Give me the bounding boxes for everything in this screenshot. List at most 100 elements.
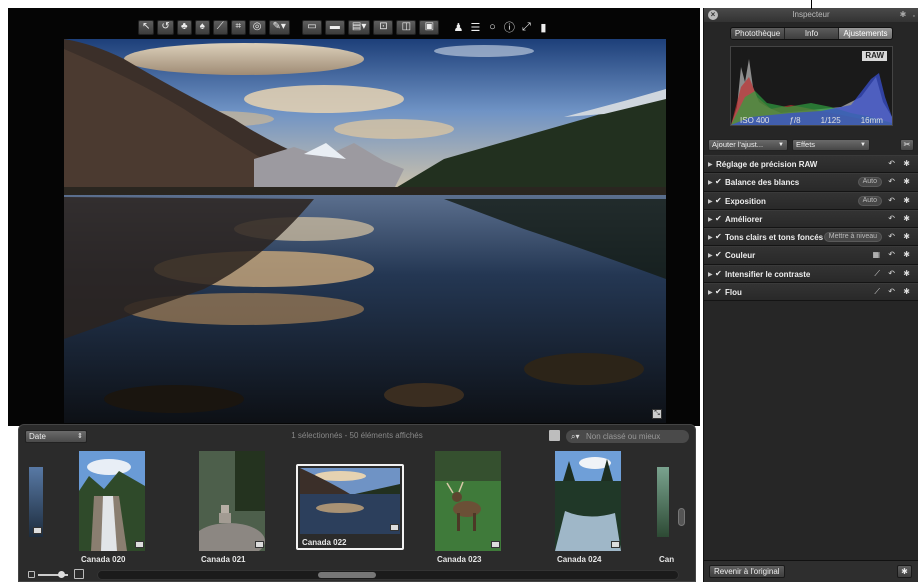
browser-mode-icon[interactable]: ▤▾ — [347, 19, 371, 35]
compare-mode-icon[interactable]: ◫ — [396, 19, 417, 35]
lift-tool-icon[interactable]: ♠ — [194, 19, 210, 35]
list-tool-icon[interactable]: ☰ — [468, 20, 482, 35]
inspector-titlebar: × Inspecteur ✱ ▫ — [704, 8, 918, 22]
brick-blur[interactable]: ▶ ✔ Flou ⟋ ↶ ✱ — [704, 283, 918, 302]
close-icon[interactable]: × — [708, 10, 718, 20]
chevron-down-icon: ▼ — [778, 142, 784, 148]
swatch-icon[interactable]: ▦ — [872, 250, 880, 259]
filter-search-field[interactable]: ⌕▾ Non classé ou mieux — [566, 430, 689, 443]
brush-icon[interactable]: ⟋ — [874, 269, 880, 279]
fullscreen-mode-icon[interactable]: ⊡ — [373, 19, 394, 35]
browser-toolbar: Date ⇕ 1 sélectionnés - 50 éléments affi… — [19, 425, 695, 447]
zoom-out-icon[interactable] — [28, 571, 35, 578]
tab-info[interactable]: Info — [785, 28, 839, 39]
exif-aperture: ƒ/8 — [789, 116, 801, 125]
gear-icon[interactable]: ✱ — [903, 232, 910, 241]
circle-tool-icon[interactable]: ○ — [485, 20, 499, 35]
tab-library[interactable]: Photothèque — [731, 28, 785, 39]
crop-tool-icon[interactable]: ⌗ — [230, 19, 246, 35]
browser-bottom-strip — [18, 568, 696, 582]
zoom-in-icon[interactable] — [74, 569, 84, 579]
brick-exposure[interactable]: ▶ ✔ Exposition Auto ↶ ✱ — [704, 191, 918, 210]
aperture-window: ↖ ↺ ♣ ♠ ⟋ ⌗ ◎ ✎▾ ▭ ▬ ▤▾ ⊡ ◫ ▣ ♟ ☰ ○ ⓘ ⤢ … — [0, 0, 923, 582]
viewer-mode-icon[interactable]: ▭ — [301, 19, 322, 35]
thumbnail-size-knob[interactable] — [58, 571, 65, 578]
stack-mode-icon[interactable]: ▣ — [419, 19, 440, 35]
effects-label: Effets — [796, 140, 816, 149]
checkbox-checked-icon[interactable]: ✔ — [715, 287, 722, 296]
effects-select[interactable]: Effets ▼ — [792, 139, 870, 151]
disclosure-triangle-icon[interactable]: ▶ — [708, 216, 713, 223]
add-adjustment-select[interactable]: Ajouter l'ajust... ▼ — [708, 139, 788, 151]
checkbox-checked-icon[interactable]: ✔ — [715, 214, 722, 223]
gear-icon[interactable]: ✱ — [903, 196, 910, 205]
undo-icon[interactable]: ↶ — [888, 159, 895, 168]
upgrade-button[interactable]: Mettre à niveau — [823, 232, 882, 243]
revert-to-original-button[interactable]: Revenir à l'original — [709, 565, 785, 578]
inspector-footer: Revenir à l'original ✱ — [704, 560, 918, 582]
red-eye-tool-icon[interactable]: ◎ — [248, 19, 266, 35]
undo-icon[interactable]: ↶ — [888, 269, 895, 278]
undo-icon[interactable]: ↶ — [888, 287, 895, 296]
horizontal-scrollbar[interactable] — [97, 570, 679, 580]
toolbar-handle-icon[interactable]: ▮ — [536, 20, 550, 35]
disclosure-triangle-icon[interactable]: ▶ — [708, 289, 713, 296]
brush-icon[interactable]: ⟋ — [874, 287, 880, 297]
exif-shutter: 1/125 — [820, 116, 841, 125]
gear-icon[interactable]: ✱ — [903, 214, 910, 223]
checkbox-checked-icon[interactable]: ✔ — [715, 196, 722, 205]
adjustment-tool-icon[interactable]: ✂ — [900, 139, 914, 151]
auto-button[interactable]: Auto — [857, 177, 882, 188]
checkbox-checked-icon[interactable]: ✔ — [715, 232, 722, 241]
filter-placeholder: Non classé ou mieux — [586, 432, 661, 441]
rotate-tool-icon[interactable]: ↺ — [157, 19, 174, 35]
disclosure-triangle-icon[interactable]: ▶ — [708, 161, 713, 168]
horizontal-scroll-thumb[interactable] — [318, 572, 376, 578]
minimize-icon[interactable]: ▫ — [913, 10, 915, 24]
gear-icon[interactable]: ✱ — [903, 177, 910, 186]
brick-label: Améliorer — [725, 214, 763, 224]
viewer-area[interactable]: ↖ ↺ ♣ ♠ ⟋ ⌗ ◎ ✎▾ ▭ ▬ ▤▾ ⊡ ◫ ▣ ♟ ☰ ○ ⓘ ⤢ … — [8, 8, 700, 426]
browser-vertical-scroll-icon[interactable] — [678, 508, 685, 526]
gear-icon[interactable]: ✱ — [903, 287, 910, 296]
select-tool-icon[interactable]: ↖ — [138, 19, 155, 35]
info-tool-icon[interactable]: ⓘ — [502, 20, 516, 35]
gear-icon[interactable]: ✱ — [903, 159, 910, 168]
disclosure-triangle-icon[interactable]: ▶ — [708, 271, 713, 278]
add-adjustment-label: Ajouter l'ajust... — [712, 140, 764, 149]
tab-adjustments[interactable]: Ajustements — [839, 28, 892, 39]
main-photo[interactable]: ⤡ — [64, 39, 666, 423]
undo-icon[interactable]: ↶ — [888, 177, 895, 186]
brick-enhance[interactable]: ▶ ✔ Améliorer ↶ ✱ — [704, 209, 918, 229]
brick-color[interactable]: ▶ ✔ Couleur ▦ ↶ ✱ — [704, 246, 918, 265]
gear-icon[interactable]: ✱ — [903, 250, 910, 259]
gear-icon[interactable]: ✱ — [897, 565, 912, 578]
brick-raw-fine-tuning[interactable]: ▶ Réglage de précision RAW ↶ ✱ — [704, 155, 918, 174]
adjustment-controls: Ajouter l'ajust... ▼ Effets ▼ ✂ — [704, 139, 918, 153]
brick-definition[interactable]: ▶ ✔ Intensifier le contraste ⟋ ↶ ✱ — [704, 264, 918, 284]
gear-icon[interactable]: ✱ — [898, 10, 908, 20]
disclosure-triangle-icon[interactable]: ▶ — [708, 198, 713, 205]
disclosure-triangle-icon[interactable]: ▶ — [708, 179, 713, 186]
loupe-tool-icon[interactable]: ♟ — [451, 20, 465, 35]
view-options-icon[interactable] — [549, 430, 560, 441]
auto-button[interactable]: Auto — [857, 195, 882, 206]
undo-icon[interactable]: ↶ — [888, 250, 895, 259]
undo-icon[interactable]: ↶ — [888, 232, 895, 241]
brick-highlights-shadows[interactable]: ▶ ✔ Tons clairs et tons foncés Mettre à … — [704, 228, 918, 247]
undo-icon[interactable]: ↶ — [888, 196, 895, 205]
disclosure-triangle-icon[interactable]: ▶ — [708, 252, 713, 259]
undo-icon[interactable]: ↶ — [888, 214, 895, 223]
photo-resize-icon[interactable]: ⤡ — [652, 409, 662, 419]
stamp-tool-icon[interactable]: ♣ — [176, 19, 192, 35]
checkbox-checked-icon[interactable]: ✔ — [715, 177, 722, 186]
checkbox-checked-icon[interactable]: ✔ — [715, 269, 722, 278]
expand-tool-icon[interactable]: ⤢ — [519, 20, 533, 35]
brush-tool-icon[interactable]: ✎▾ — [268, 19, 290, 35]
brick-white-balance[interactable]: ▶ ✔ Balance des blancs Auto ↶ ✱ — [704, 173, 918, 192]
checkbox-checked-icon[interactable]: ✔ — [715, 250, 722, 259]
straighten-tool-icon[interactable]: ⟋ — [212, 19, 228, 35]
split-mode-icon[interactable]: ▬ — [324, 19, 345, 35]
disclosure-triangle-icon[interactable]: ▶ — [708, 234, 713, 241]
gear-icon[interactable]: ✱ — [903, 269, 910, 278]
